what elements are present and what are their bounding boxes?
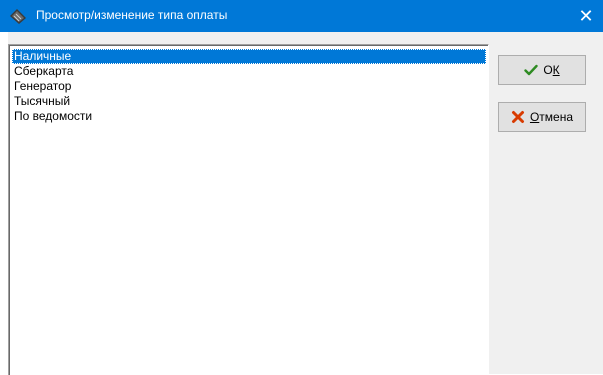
cancel-button[interactable]: Отмена xyxy=(498,102,586,132)
payment-type-list[interactable]: Наличные Сберкарта Генератор Тысячный По… xyxy=(8,44,489,375)
window-border xyxy=(0,32,8,374)
app-icon xyxy=(8,7,28,25)
check-icon xyxy=(524,63,539,77)
ok-label: ОК xyxy=(543,63,560,77)
list-item[interactable]: Генератор xyxy=(12,79,486,94)
cross-icon xyxy=(511,110,525,124)
list-item[interactable]: Тысячный xyxy=(12,94,486,109)
list-item[interactable]: Сберкарта xyxy=(12,64,486,79)
list-item[interactable]: Наличные xyxy=(12,49,486,64)
close-icon: ✕ xyxy=(578,6,594,26)
list-item[interactable]: По ведомости xyxy=(12,109,486,124)
cancel-label: Отмена xyxy=(529,110,574,124)
close-button[interactable]: ✕ xyxy=(569,0,603,32)
window-title: Просмотр/изменение типа оплаты xyxy=(36,8,228,22)
ok-button[interactable]: ОК xyxy=(498,55,586,85)
title-bar: Просмотр/изменение типа оплаты ✕ xyxy=(0,0,603,32)
